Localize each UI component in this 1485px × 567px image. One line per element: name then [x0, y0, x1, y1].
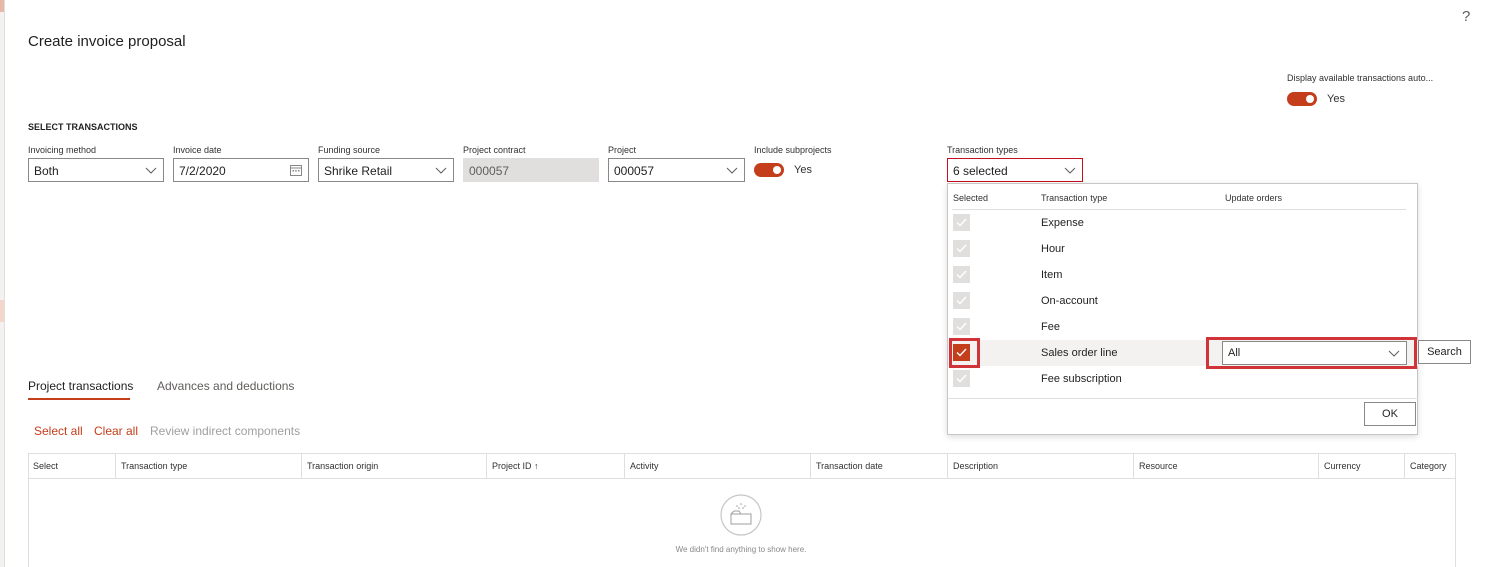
ok-button[interactable]: OK [1364, 402, 1416, 426]
nav-marker [0, 0, 4, 12]
invoice-date-value: 7/2/2020 [179, 164, 226, 178]
list-item: Fee subscription [948, 366, 1418, 392]
transaction-types-dropdown: Selected Transaction type Update orders … [947, 183, 1418, 435]
column-header-transaction-origin[interactable]: Transaction origin [307, 461, 378, 471]
list-item: Expense [948, 210, 1418, 236]
column-header-description[interactable]: Description [953, 461, 998, 471]
col-transaction-type-header: Transaction type [1041, 193, 1108, 203]
highlight-update-orders-box [1206, 337, 1417, 369]
column-separator [1133, 453, 1134, 478]
invoice-date-label: Invoice date [173, 145, 222, 155]
invoice-date-input[interactable]: 7/2/2020 [173, 158, 309, 182]
tab-project-transactions[interactable]: Project transactions [28, 379, 133, 393]
tab-advances-deductions[interactable]: Advances and deductions [157, 379, 294, 393]
check-icon [956, 270, 967, 279]
checkbox-disabled [953, 292, 970, 309]
section-title: SELECT TRANSACTIONS [28, 122, 138, 132]
checkbox-disabled [953, 240, 970, 257]
check-icon [956, 374, 967, 383]
column-separator [1404, 453, 1405, 478]
project-contract-field: 000057 [463, 158, 599, 182]
transaction-type-label: Fee subscription [1041, 373, 1122, 385]
column-header-transaction-date[interactable]: Transaction date [816, 461, 883, 471]
column-header-currency[interactable]: Currency [1324, 461, 1361, 471]
column-separator [947, 453, 948, 478]
col-update-orders-header: Update orders [1225, 193, 1283, 203]
grid-border-right [1455, 453, 1456, 567]
checkbox-disabled [953, 266, 970, 283]
transaction-type-label: On-account [1041, 295, 1098, 307]
transaction-types-value: 6 selected [953, 164, 1008, 178]
list-item: On-account [948, 288, 1418, 314]
list-item: Item [948, 262, 1418, 288]
calendar-icon[interactable] [290, 164, 302, 176]
invoicing-method-value: Both [34, 164, 59, 178]
auto-display-label: Display available transactions auto... [1287, 73, 1434, 83]
project-contract-value: 000057 [469, 164, 510, 178]
search-button[interactable]: Search [1418, 340, 1471, 364]
project-contract-label: Project contract [463, 145, 526, 155]
chevron-down-icon [435, 167, 447, 174]
checkbox-disabled [953, 370, 970, 387]
column-header-project-id[interactable]: Project ID ↑ [492, 461, 539, 471]
column-separator [624, 453, 625, 478]
project-value: 000057 [614, 164, 655, 178]
project-select[interactable]: 000057 [608, 158, 745, 182]
page-title: Create invoice proposal [28, 33, 186, 50]
nav-marker [0, 300, 4, 322]
funding-source-select[interactable]: Shrike Retail [318, 158, 454, 182]
transaction-types-label: Transaction types [947, 145, 1018, 155]
column-header-category[interactable]: Category [1410, 461, 1447, 471]
include-subprojects-value: Yes [794, 164, 812, 176]
empty-state-message: We didn't find anything to show here. [675, 545, 807, 554]
chevron-down-icon [726, 167, 738, 174]
project-label: Project [608, 145, 637, 155]
column-header-resource[interactable]: Resource [1139, 461, 1178, 471]
column-separator [115, 453, 116, 478]
column-separator [810, 453, 811, 478]
column-header-activity[interactable]: Activity [630, 461, 659, 471]
grid-border-top [28, 453, 1456, 454]
checkbox-disabled [953, 318, 970, 335]
select-all-button[interactable]: Select all [34, 424, 83, 438]
transaction-type-label: Sales order line [1041, 347, 1118, 359]
column-header-select[interactable]: Select [33, 461, 58, 471]
funding-source-value: Shrike Retail [324, 164, 393, 178]
invoicing-method-label: Invoicing method [28, 145, 97, 155]
grid-border-left [28, 453, 29, 567]
check-icon [956, 218, 967, 227]
col-selected-header: Selected [953, 193, 989, 203]
chevron-down-icon [145, 167, 157, 174]
empty-folder-icon [720, 494, 762, 536]
list-item: Hour [948, 236, 1418, 262]
left-nav-strip [0, 0, 5, 567]
transaction-type-label: Expense [1041, 217, 1084, 229]
column-separator [486, 453, 487, 478]
review-indirect-components-button[interactable]: Review indirect components [150, 424, 300, 438]
clear-all-button[interactable]: Clear all [94, 424, 138, 438]
column-separator [1318, 453, 1319, 478]
checkbox-disabled [953, 214, 970, 231]
help-button[interactable]: ? [1462, 8, 1470, 25]
include-subprojects-toggle[interactable] [754, 163, 784, 177]
active-tab-indicator [28, 398, 130, 400]
column-header-transaction-type[interactable]: Transaction type [121, 461, 187, 471]
chevron-down-icon [1064, 167, 1076, 174]
auto-display-value: Yes [1327, 93, 1345, 105]
transaction-type-label: Item [1041, 269, 1063, 281]
highlight-checkbox-box [949, 338, 980, 368]
grid-header-divider [28, 478, 1456, 479]
check-icon [956, 322, 967, 331]
transaction-type-label: Hour [1041, 243, 1065, 255]
auto-display-toggle[interactable] [1287, 92, 1317, 106]
funding-source-label: Funding source [318, 145, 381, 155]
include-subprojects-label: Include subprojects [754, 145, 832, 155]
transaction-types-select[interactable]: 6 selected [947, 158, 1083, 182]
column-separator [301, 453, 302, 478]
transaction-type-label: Fee [1041, 321, 1060, 333]
check-icon [956, 296, 967, 305]
check-icon [956, 244, 967, 253]
invoicing-method-select[interactable]: Both [28, 158, 164, 182]
footer-divider [948, 398, 1418, 399]
